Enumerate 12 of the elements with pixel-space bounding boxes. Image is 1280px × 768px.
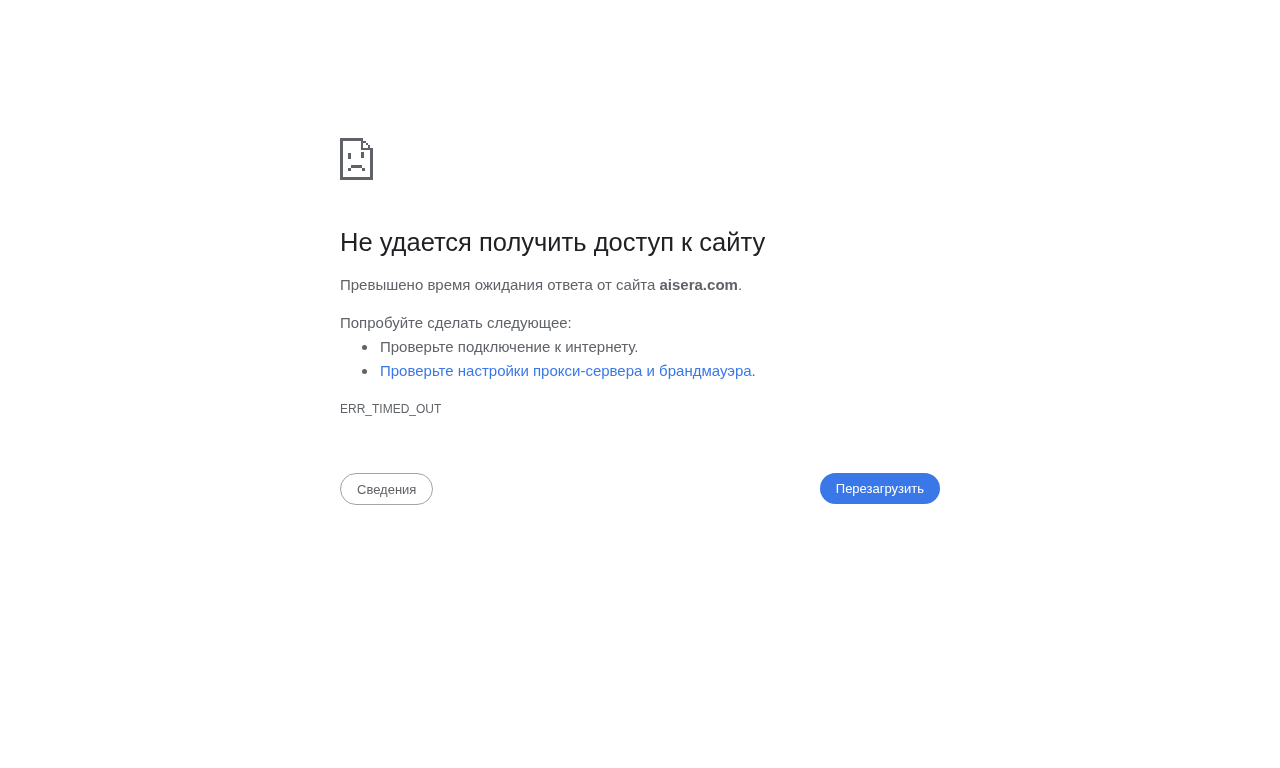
bullet-icon (362, 344, 367, 350)
reload-button[interactable]: Перезагрузить (819, 473, 940, 504)
suggestion-text: Проверьте настройки прокси-сервера и брандмауэра. (380, 361, 756, 381)
bullet-icon (362, 368, 367, 374)
error-heading: Не удается получить доступ к сайту (340, 228, 766, 256)
error-summary: Превышено время ожидания ответа от сайта aisera.com. (340, 275, 743, 295)
details-button[interactable]: Сведения (340, 473, 434, 505)
error-code: ERR_TIMED_OUT (340, 401, 442, 417)
sad-page-icon (340, 138, 373, 180)
suggestions-intro: Попробуйте сделать следующее: (340, 313, 572, 333)
suggestion-text: Проверьте подключение к интернету. (380, 337, 639, 357)
proxy-settings-link[interactable]: Проверьте настройки прокси-сервера и брандмауэра (380, 362, 752, 379)
